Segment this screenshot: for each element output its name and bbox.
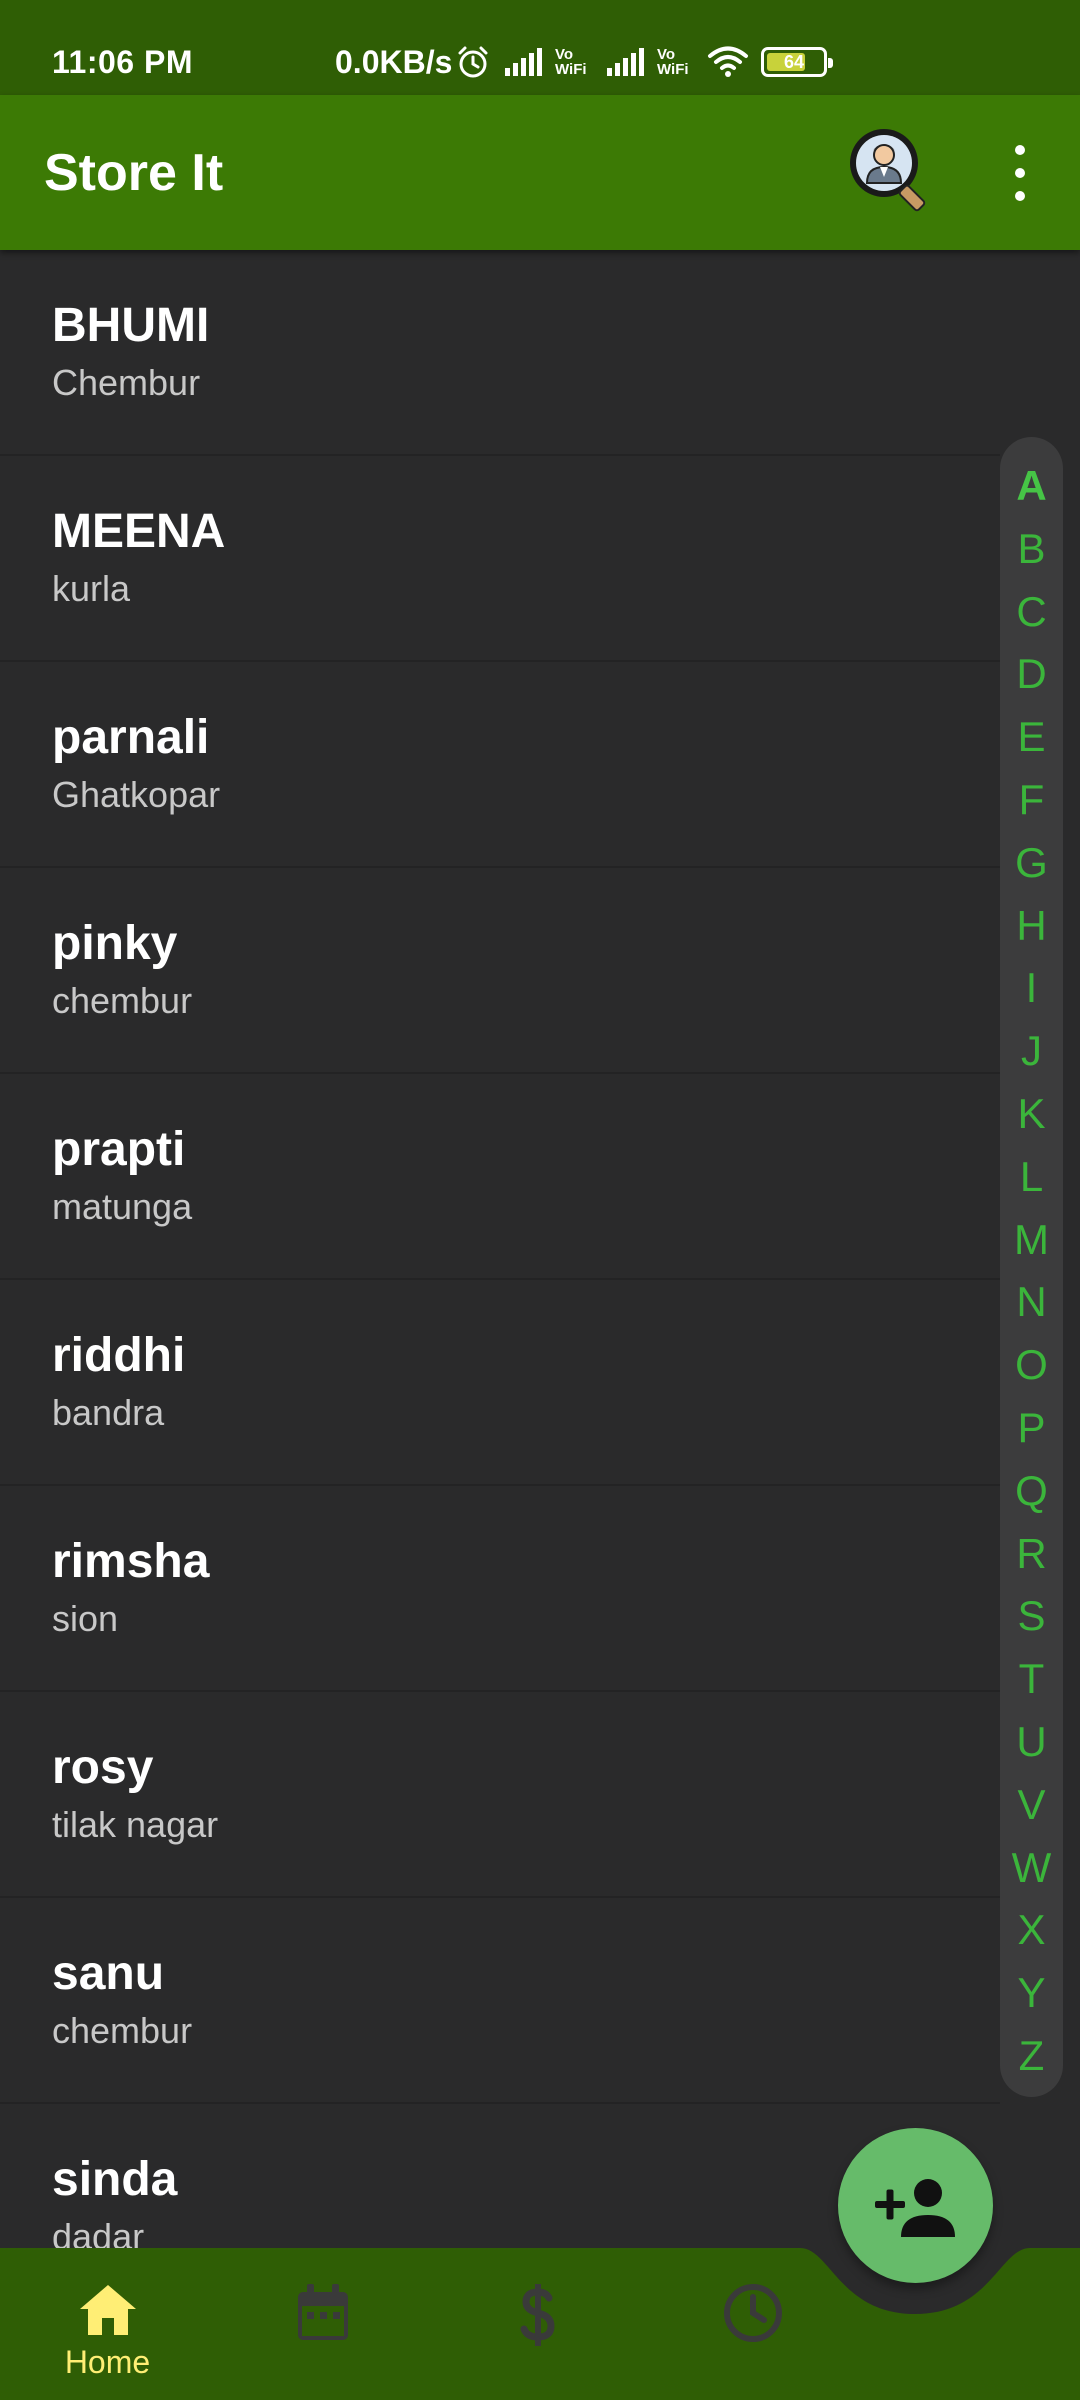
contact-area: bandra xyxy=(52,1392,165,1433)
index-letter-r[interactable]: R xyxy=(1000,1523,1063,1586)
more-options-button[interactable] xyxy=(1000,145,1040,201)
clock-icon xyxy=(723,2284,782,2342)
nav-home-label: Home xyxy=(64,2344,151,2380)
index-letter-m[interactable]: M xyxy=(1000,1209,1063,1272)
index-letter-u[interactable]: U xyxy=(1000,1711,1063,1774)
add-contact-button[interactable] xyxy=(838,2128,993,2283)
index-letter-k[interactable]: K xyxy=(1000,1083,1063,1146)
app-title: Store It xyxy=(44,144,224,202)
index-letter-j[interactable]: J xyxy=(1000,1020,1063,1083)
contact-area: kurla xyxy=(52,568,131,609)
index-letter-e[interactable]: E xyxy=(1000,706,1063,769)
index-letter-a[interactable]: A xyxy=(1000,455,1063,518)
index-letter-n[interactable]: N xyxy=(1000,1271,1063,1334)
battery-icon: 64 xyxy=(761,47,833,77)
more-vert-icon xyxy=(1015,191,1025,201)
contact-area: chembur xyxy=(52,2010,193,2051)
contact-name: riddhi xyxy=(52,1329,186,1382)
list-item[interactable]: BHUMI Chembur xyxy=(0,250,1000,456)
status-icons: Vo WiFi Vo WiFi 64 xyxy=(455,42,833,82)
calendar-icon xyxy=(297,2284,348,2340)
index-letter-v[interactable]: V xyxy=(1000,1774,1063,1837)
nav-history[interactable] xyxy=(645,2248,860,2400)
network-speed: 0.0KB/s xyxy=(335,44,453,80)
index-letter-g[interactable]: G xyxy=(1000,832,1063,895)
index-letter-c[interactable]: C xyxy=(1000,581,1063,644)
index-letter-f[interactable]: F xyxy=(1000,769,1063,832)
index-letter-p[interactable]: P xyxy=(1000,1397,1063,1460)
index-letter-i[interactable]: I xyxy=(1000,957,1063,1020)
battery-level: 64 xyxy=(783,51,805,72)
index-letter-z[interactable]: Z xyxy=(1000,2025,1063,2088)
contact-name: sinda xyxy=(52,2153,178,2206)
search-user-icon xyxy=(850,129,926,212)
list-item[interactable]: prapti matunga xyxy=(0,1074,1000,1280)
contact-name: parnali xyxy=(52,711,210,764)
list-item[interactable]: riddhi bandra xyxy=(0,1280,1000,1486)
contact-list[interactable]: BHUMI Chembur MEENA kurla parnali Ghatko… xyxy=(0,250,1000,2248)
app-screen: 11:06 PM 0.0KB/s Vo WiFi Vo WiFi 64 Stor… xyxy=(0,0,1080,2400)
alphabet-index[interactable]: A B C D E F G H I J K L M N O P Q R S T … xyxy=(1000,437,1063,2097)
list-item[interactable]: parnali Ghatkopar xyxy=(0,662,1000,868)
contact-name: pinky xyxy=(52,917,178,970)
more-vert-icon xyxy=(1015,145,1025,155)
contact-name: sanu xyxy=(52,1947,165,2000)
index-letter-l[interactable]: L xyxy=(1000,1146,1063,1209)
index-letter-s[interactable]: S xyxy=(1000,1585,1063,1648)
vowifi-icon: Vo WiFi xyxy=(657,46,689,78)
alarm-icon xyxy=(455,44,491,80)
contact-name: BHUMI xyxy=(52,299,210,352)
contact-area: Ghatkopar xyxy=(52,774,221,815)
more-vert-icon xyxy=(1015,168,1025,178)
add-person-icon xyxy=(874,2178,955,2237)
contact-area: sion xyxy=(52,1598,119,1639)
contact-name: rimsha xyxy=(52,1535,210,1588)
home-icon xyxy=(79,2285,136,2335)
contact-area: tilak nagar xyxy=(52,1804,219,1845)
index-letter-w[interactable]: W xyxy=(1000,1837,1063,1900)
index-letter-x[interactable]: X xyxy=(1000,1899,1063,1962)
contact-name: MEENA xyxy=(52,505,226,558)
index-letter-h[interactable]: H xyxy=(1000,895,1063,958)
contact-area: chembur xyxy=(52,980,193,1021)
list-item[interactable]: rimsha sion xyxy=(0,1486,1000,1692)
app-bar: Store It xyxy=(0,95,1080,250)
search-user-button[interactable] xyxy=(846,125,938,217)
signal-icon xyxy=(503,46,543,78)
index-letter-q[interactable]: Q xyxy=(1000,1460,1063,1523)
contact-area: matunga xyxy=(52,1186,193,1227)
contact-name: rosy xyxy=(52,1741,154,1794)
nav-payments[interactable] xyxy=(430,2248,645,2400)
vowifi-icon: Vo WiFi xyxy=(555,46,587,78)
index-letter-t[interactable]: T xyxy=(1000,1648,1063,1711)
wifi-icon xyxy=(707,45,749,79)
list-item[interactable]: sanu chembur xyxy=(0,1898,1000,2104)
list-item[interactable]: rosy tilak nagar xyxy=(0,1692,1000,1898)
list-item[interactable]: MEENA kurla xyxy=(0,456,1000,662)
index-letter-o[interactable]: O xyxy=(1000,1334,1063,1397)
nav-home[interactable]: Home xyxy=(0,2248,215,2400)
index-letter-y[interactable]: Y xyxy=(1000,1962,1063,2025)
index-letter-b[interactable]: B xyxy=(1000,518,1063,581)
nav-calendar[interactable] xyxy=(215,2248,430,2400)
dollar-icon xyxy=(520,2284,555,2346)
contact-area: dadar xyxy=(52,2216,145,2248)
contact-area: Chembur xyxy=(52,362,201,403)
signal-icon xyxy=(605,46,645,78)
contact-name: prapti xyxy=(52,1123,186,1176)
status-bar: 11:06 PM 0.0KB/s Vo WiFi Vo WiFi 64 xyxy=(0,0,1080,95)
status-time: 11:06 PM xyxy=(52,44,193,80)
index-letter-d[interactable]: D xyxy=(1000,643,1063,706)
list-item[interactable]: pinky chembur xyxy=(0,868,1000,1074)
